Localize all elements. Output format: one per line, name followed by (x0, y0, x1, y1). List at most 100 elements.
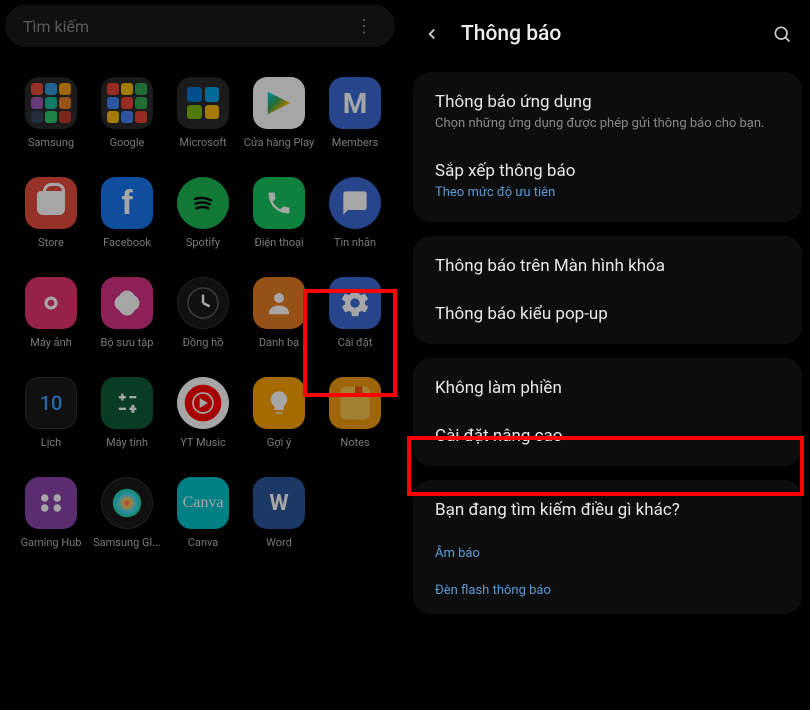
phone-icon (253, 177, 305, 229)
messages-icon (329, 177, 381, 229)
spotify-icon (177, 177, 229, 229)
setting-subtitle: Theo mức độ ưu tiên (435, 185, 780, 202)
setting-item[interactable]: Sắp xếp thông báo Theo mức độ ưu tiên (413, 147, 802, 216)
setting-title: Thông báo trên Màn hình khóa (435, 256, 780, 276)
app-label: Spotify (186, 237, 220, 249)
camera-icon (25, 277, 77, 329)
app-label: Đồng hồ (183, 337, 224, 349)
setting-subtitle: Chọn những ứng dụng được phép gửi thông … (435, 116, 780, 133)
app-item-folder[interactable]: Samsung (13, 77, 89, 149)
app-label: YT Music (180, 437, 226, 449)
app-item-canva[interactable]: Canva Canva (165, 477, 241, 549)
app-item-spotify[interactable]: Spotify (165, 177, 241, 249)
settings-icon (329, 277, 381, 329)
app-item-tips[interactable]: Gợi ý (241, 377, 317, 449)
canva-icon: Canva (177, 477, 229, 529)
app-label: Store (38, 237, 64, 249)
app-drawer-panel: Tìm kiếm ⋮ Samsung Google MicrosoftCửa hàn… (0, 0, 405, 710)
app-item-globe[interactable]: Samsung Gl... (89, 477, 165, 549)
app-item-store[interactable]: Store (13, 177, 89, 249)
app-item-gaming[interactable]: Gaming Hub (13, 477, 89, 549)
setting-title: Thông báo kiểu pop-up (435, 304, 780, 324)
gaming-hub-icon (25, 477, 77, 529)
settings-list: Thông báo ứng dụng Chọn những ứng dụng đư… (405, 72, 810, 614)
settings-header: Thông báo (405, 0, 810, 64)
back-icon[interactable] (423, 25, 441, 43)
setting-title: Bạn đang tìm kiếm điều gì khác? (435, 500, 780, 520)
tips-icon (253, 377, 305, 429)
app-item-ytmusic[interactable]: YT Music (165, 377, 241, 449)
notes-icon (329, 377, 381, 429)
app-label: Word (266, 537, 292, 549)
members-icon: M (329, 77, 381, 129)
globe-icon (101, 477, 153, 529)
gallery-icon (101, 277, 153, 329)
app-item-gallery[interactable]: Bộ sưu tập (89, 277, 165, 349)
app-item-phone[interactable]: Điện thoại (241, 177, 317, 249)
clock-icon (177, 277, 229, 329)
app-label: Gợi ý (267, 437, 291, 449)
setting-item[interactable]: Đèn flash thông báo (413, 571, 802, 608)
app-label: Samsung Gl... (93, 537, 161, 549)
app-item-calendar[interactable]: 10Lịch (13, 377, 89, 449)
settings-group: Thông báo ứng dụng Chọn những ứng dụng đư… (413, 72, 802, 222)
setting-title: Không làm phiền (435, 378, 780, 398)
setting-item[interactable]: Không làm phiền (413, 364, 802, 412)
settings-group: Bạn đang tìm kiếm điều gì khác? Âm báo Đèn… (413, 480, 802, 614)
app-item-fb[interactable]: f Facebook (89, 177, 165, 249)
app-item-msg[interactable]: Tin nhắn (317, 177, 393, 249)
app-item-camera[interactable]: Máy ảnh (13, 277, 89, 349)
settings-group: Thông báo trên Màn hình khóa Thông báo ki… (413, 236, 802, 344)
app-label: Google (110, 137, 145, 149)
app-item-calc[interactable]: Máy tính (89, 377, 165, 449)
app-item-contacts[interactable]: Danh bạ (241, 277, 317, 349)
notification-settings-panel: Thông báo Thông báo ứng dụng Chọn những ứ… (405, 0, 810, 710)
app-label: Samsung (28, 137, 74, 149)
more-icon[interactable]: ⋮ (351, 16, 377, 37)
setting-item[interactable]: Cài đặt nâng cao (413, 412, 802, 460)
app-label: Gaming Hub (21, 537, 82, 549)
ms-folder-icon (177, 77, 229, 129)
word-icon: W (253, 477, 305, 529)
setting-link[interactable]: Âm báo (435, 546, 780, 563)
search-placeholder: Tìm kiếm (23, 17, 351, 36)
folder-icon (25, 77, 77, 129)
app-label: Máy tính (106, 437, 148, 449)
app-label: Lịch (41, 437, 61, 449)
ytmusic-icon (177, 377, 229, 429)
setting-item[interactable]: Thông báo ứng dụng Chọn những ứng dụng đư… (413, 78, 802, 147)
search-bar[interactable]: Tìm kiếm ⋮ (5, 5, 395, 47)
app-label: Danh bạ (259, 337, 299, 349)
app-grid: Samsung Google MicrosoftCửa hàng PlayM Memb… (5, 52, 400, 549)
play-store-icon (253, 77, 305, 129)
folder-icon (101, 77, 153, 129)
app-label: Members (332, 137, 379, 149)
calculator-icon (101, 377, 153, 429)
app-item-ms-folder[interactable]: Microsoft (165, 77, 241, 149)
app-item-folder[interactable]: Google (89, 77, 165, 149)
app-label: Điện thoại (254, 237, 303, 249)
settings-group: Không làm phiền Cài đặt nâng cao (413, 358, 802, 466)
store-icon (25, 177, 77, 229)
setting-item[interactable]: Âm báo (413, 534, 802, 571)
facebook-icon: f (101, 177, 153, 229)
app-item-clock[interactable]: Đồng hồ (165, 277, 241, 349)
app-label: Cài đặt (338, 337, 373, 349)
setting-title: Thông báo ứng dụng (435, 92, 780, 112)
setting-item[interactable]: Thông báo trên Màn hình khóa (413, 242, 802, 290)
app-item-members[interactable]: M Members (317, 77, 393, 149)
app-label: Facebook (103, 237, 151, 249)
app-item-settings[interactable]: Cài đặt (317, 277, 393, 349)
app-item-notes[interactable]: Notes (317, 377, 393, 449)
setting-item[interactable]: Thông báo kiểu pop-up (413, 290, 802, 338)
page-title: Thông báo (461, 22, 752, 46)
setting-item[interactable]: Bạn đang tìm kiếm điều gì khác? (413, 486, 802, 534)
app-label: Notes (340, 437, 369, 449)
setting-title: Cài đặt nâng cao (435, 426, 780, 446)
search-icon[interactable] (772, 24, 792, 44)
setting-link[interactable]: Đèn flash thông báo (435, 583, 780, 600)
app-item-word[interactable]: W Word (241, 477, 317, 549)
setting-title: Sắp xếp thông báo (435, 161, 780, 181)
app-label: Canva (188, 537, 218, 549)
app-item-play[interactable]: Cửa hàng Play (241, 77, 317, 149)
